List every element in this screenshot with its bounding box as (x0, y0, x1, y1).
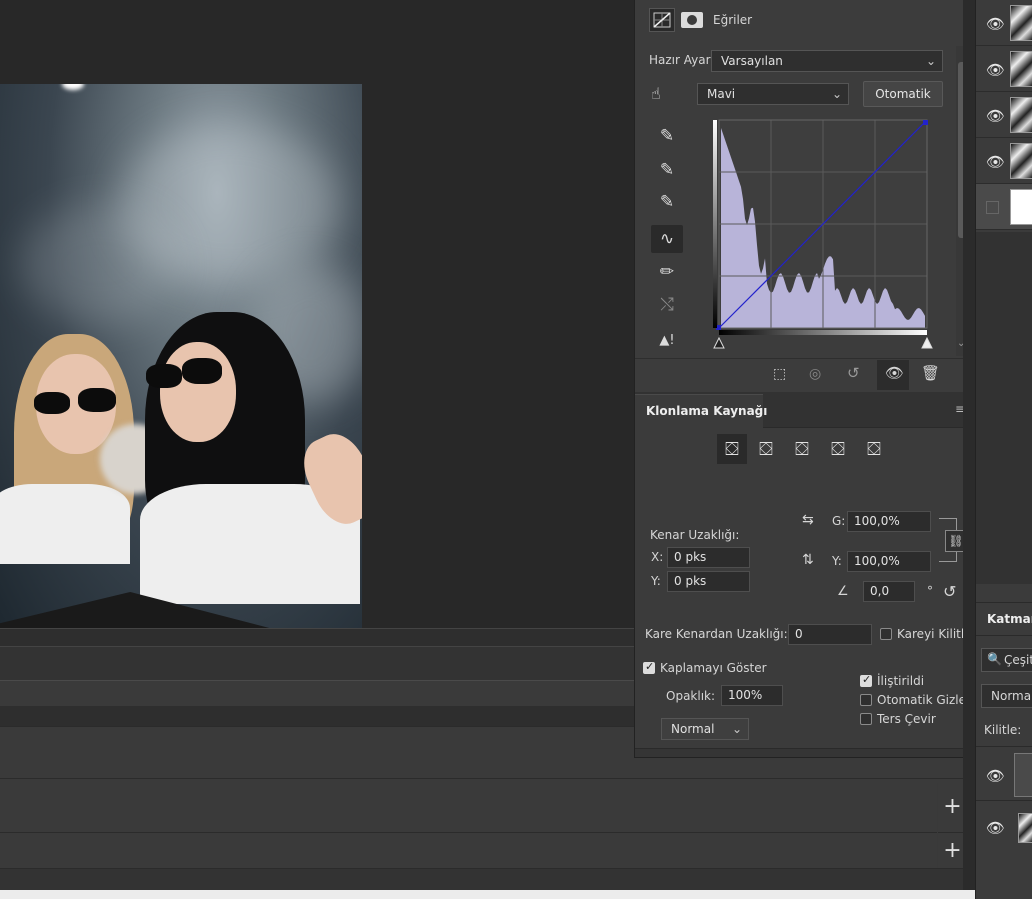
degree-symbol: ° (927, 584, 933, 598)
curves-properties-panel: Eğriler Hazır Ayar: Varsayılan ⌄ ☝ Mavi ⌄ … (634, 0, 974, 392)
layer-row[interactable]: 👁 (976, 0, 1032, 46)
show-overlay-label: Kaplamayı Göster (660, 661, 767, 675)
clone-source-2-icon[interactable]: ⛋ (751, 434, 781, 464)
layer-blend-mode-value: Normal (991, 689, 1032, 703)
show-overlay-checkbox[interactable] (643, 660, 655, 674)
layer-row[interactable]: 👁 (976, 800, 1032, 854)
panel-resize-handle[interactable] (635, 748, 974, 757)
layer-thumbnail (1010, 5, 1032, 41)
reset-icon[interactable]: ↺ (847, 364, 860, 382)
clone-source-4-icon[interactable]: ⛋ (823, 434, 853, 464)
pencil-icon[interactable]: ✏ (651, 258, 683, 286)
opacity-input[interactable]: 100% (721, 685, 783, 706)
document-canvas[interactable] (0, 0, 634, 628)
layer-thumbnail (1010, 97, 1032, 133)
eye-icon[interactable]: 👁 (986, 819, 1005, 837)
width-scale-input[interactable]: 100,0% (847, 511, 931, 532)
eye-icon[interactable]: 👁 (986, 767, 1005, 785)
clone-source-3-icon[interactable]: ⛋ (787, 434, 817, 464)
black-eyedropper-icon[interactable]: ✎ (651, 122, 683, 150)
curves-adjustment-icon[interactable] (649, 8, 675, 32)
clipping-warning-icon[interactable]: ▲! (651, 326, 683, 354)
layer-filter-select[interactable]: 🔍 Çeşit (981, 648, 1032, 672)
channel-select[interactable]: Mavi ⌄ (697, 83, 849, 105)
search-icon: 🔍 (987, 652, 1002, 666)
photo-image[interactable] (0, 84, 362, 628)
eye-icon[interactable]: 👁 (986, 153, 1005, 171)
flip-horizontal-icon[interactable]: ⇆ (802, 512, 814, 528)
clip-to-layer-icon[interactable]: ⬚ (773, 366, 786, 382)
mask-icon[interactable] (681, 12, 703, 28)
angle-input[interactable]: 0,0 (863, 581, 915, 602)
layer-row[interactable]: 👁 (976, 46, 1032, 92)
eye-icon[interactable]: 👁 (986, 107, 1005, 125)
frame-offset-input[interactable]: 0 (788, 624, 872, 645)
clipped-label: İliştirildi (877, 674, 925, 688)
gray-eyedropper-icon[interactable]: ✎ (651, 156, 683, 184)
clone-source-tab[interactable]: Klonlama Kaynağı (646, 404, 767, 418)
height-scale-input[interactable]: 100,0% (847, 551, 931, 572)
preset-value: Varsayılan (721, 54, 783, 68)
eye-icon[interactable]: 👁 (986, 61, 1005, 79)
angle-icon: ∠ (837, 584, 849, 599)
layer-filter-value: Çeşit (1004, 653, 1032, 667)
curve-point (923, 120, 928, 125)
height-label: Y: (832, 554, 842, 568)
adjustment-layer-icon (1014, 753, 1032, 797)
channel-value: Mavi (707, 87, 736, 101)
visibility-eye-icon[interactable]: 👁 (885, 364, 904, 382)
hidden-visibility-box[interactable] (986, 201, 999, 214)
curves-graph[interactable] (711, 118, 933, 354)
smooth-icon[interactable]: ⤭ (651, 291, 683, 319)
frame-offset-label: Kare Kenardan Uzaklığı: (645, 627, 788, 641)
offset-label: Kenar Uzaklığı: (650, 528, 740, 542)
layer-thumbnail (1010, 51, 1032, 87)
black-point-slider (713, 336, 725, 349)
auto-hide-label: Otomatik Gizle (877, 693, 966, 707)
offset-x-input[interactable]: 0 pks (667, 547, 750, 568)
layer-thumbnail (1010, 189, 1032, 225)
preset-label: Hazır Ayar: (649, 53, 715, 67)
offset-y-input[interactable]: 0 pks (667, 571, 750, 592)
curves-title: Eğriler (713, 13, 753, 27)
overlay-blend-mode-value: Normal (671, 722, 715, 736)
layer-thumbnail (1010, 143, 1032, 179)
opacity-label: Opaklık: (666, 689, 716, 703)
lock-frame-label: Kareyi Kilitle (897, 627, 972, 641)
white-eyedropper-icon[interactable]: ✎ (651, 188, 683, 216)
invert-label: Ters Çevir (877, 712, 936, 726)
layer-row[interactable]: 👁 (976, 138, 1032, 184)
clone-source-1-icon[interactable]: ⛋ (717, 434, 747, 464)
width-label: G: (832, 514, 846, 528)
reset-transform-icon[interactable]: ↺ (943, 582, 956, 601)
on-image-adjust-icon[interactable]: ☝ (651, 84, 661, 103)
layer-row[interactable]: 👁 (976, 92, 1032, 138)
curve-points-icon[interactable]: ∿ (651, 225, 683, 253)
white-point-slider (921, 336, 933, 349)
flip-vertical-icon[interactable]: ⇅ (802, 552, 814, 568)
clipped-checkbox[interactable] (860, 673, 872, 687)
auto-button[interactable]: Otomatik (863, 81, 943, 107)
clone-source-5-icon[interactable]: ⛋ (859, 434, 889, 464)
layers-panel: 👁 👁 👁 👁 Katman 🔍 Çeşit Normal Kilitle: 👁… (975, 0, 1032, 899)
lock-frame-checkbox[interactable] (880, 628, 892, 640)
layers-tab[interactable]: Katman (987, 612, 1032, 626)
clone-source-panel: Klonlama Kaynağı ≡ ⛋ ⛋ ⛋ ⛋ ⛋ Kenar Uzakl… (634, 392, 974, 758)
y-label: Y: (651, 574, 661, 588)
invert-checkbox[interactable] (860, 713, 872, 725)
layer-row[interactable]: 👁 (976, 746, 1032, 800)
auto-hide-checkbox[interactable] (860, 694, 872, 706)
eye-icon[interactable]: 👁 (986, 15, 1005, 33)
trash-icon[interactable]: 🗑 (921, 364, 940, 382)
layer-blend-mode-select[interactable]: Normal (981, 684, 1032, 708)
layer-row[interactable] (976, 184, 1032, 230)
overlay-blend-mode-select[interactable]: Normal ⌄ (661, 718, 749, 740)
lock-label: Kilitle: (984, 723, 1022, 737)
x-label: X: (651, 550, 664, 564)
layer-thumbnail (1018, 813, 1032, 843)
timeline-track[interactable]: + (0, 827, 975, 873)
timeline-track[interactable]: + (0, 778, 975, 832)
view-previous-icon[interactable]: ◎ (809, 366, 821, 382)
preset-select[interactable]: Varsayılan ⌄ (711, 50, 943, 72)
